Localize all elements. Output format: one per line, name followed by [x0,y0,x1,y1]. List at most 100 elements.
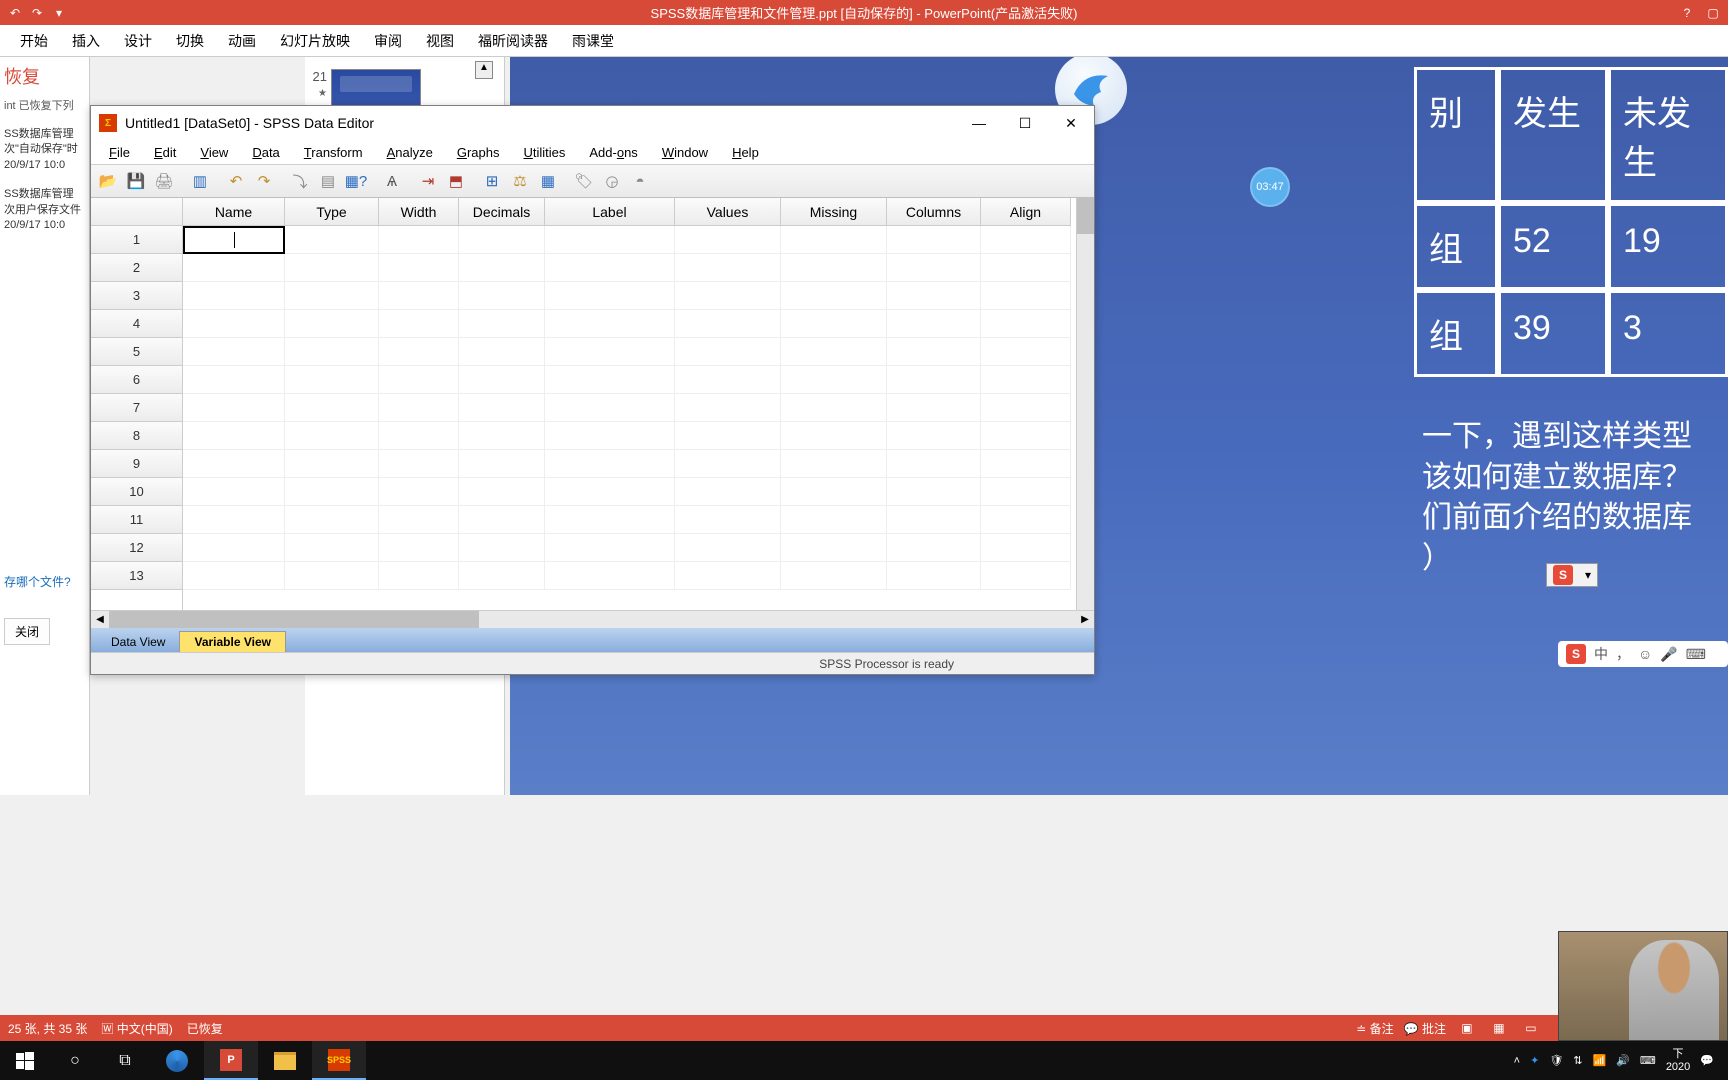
cell[interactable] [675,226,781,254]
cell[interactable] [379,534,459,562]
show-all-icon[interactable]: ◓ [627,168,653,194]
cell[interactable] [887,534,981,562]
vertical-scrollbar[interactable] [1076,198,1094,610]
col-header-values[interactable]: Values [675,198,781,226]
cell[interactable] [459,450,545,478]
weight-icon[interactable]: ⚖ [507,168,533,194]
comments-button[interactable]: 💬 批注 [1404,1020,1446,1037]
row-header[interactable]: 5 [91,338,182,366]
close-button[interactable]: ✕ [1048,106,1094,140]
tray-network-icon[interactable]: ⇅ [1573,1054,1582,1067]
tray-security-icon[interactable]: 🛡 [1549,1054,1563,1067]
cell[interactable] [981,478,1071,506]
insert-case-icon[interactable]: ⇥ [415,168,441,194]
cell[interactable] [781,534,887,562]
taskbar-explorer[interactable] [258,1041,312,1080]
menu-data[interactable]: Data [240,143,291,162]
cell[interactable] [675,534,781,562]
row-header[interactable]: 4 [91,310,182,338]
menu-transform[interactable]: Transform [292,143,375,162]
cell[interactable] [781,254,887,282]
select-cases-icon[interactable]: ▦ [535,168,561,194]
cell[interactable] [887,310,981,338]
scroll-left-icon[interactable]: ◀ [91,611,109,629]
cortana-icon[interactable]: ○ [50,1041,100,1080]
tab-insert[interactable]: 插入 [60,25,112,57]
menu-file[interactable]: File [97,143,142,162]
row-header[interactable]: 11 [91,506,182,534]
cell[interactable] [285,394,379,422]
cell[interactable] [887,254,981,282]
cell[interactable] [675,310,781,338]
row-header[interactable]: 2 [91,254,182,282]
cell[interactable] [887,562,981,590]
cell[interactable] [183,282,285,310]
menu-graphs[interactable]: Graphs [445,143,512,162]
tray-ime-icon[interactable]: ⌨ [1640,1054,1656,1067]
cell[interactable] [781,310,887,338]
tray-bird-icon[interactable]: ✦ [1530,1054,1539,1067]
cell[interactable] [285,310,379,338]
cell[interactable] [285,478,379,506]
col-header-align[interactable]: Align [981,198,1071,226]
col-header-type[interactable]: Type [285,198,379,226]
row-header[interactable]: 3 [91,282,182,310]
menu-help[interactable]: Help [720,143,771,162]
normal-view-icon[interactable]: ▣ [1456,1019,1478,1037]
cell[interactable] [887,506,981,534]
cell[interactable] [183,226,285,254]
menu-utilities[interactable]: Utilities [511,143,577,162]
col-header-name[interactable]: Name [183,198,285,226]
cell[interactable] [285,506,379,534]
menu-edit[interactable]: Edit [142,143,188,162]
cell[interactable] [545,394,675,422]
cell[interactable] [459,506,545,534]
redo-icon[interactable]: ↷ [251,168,277,194]
cell[interactable] [183,450,285,478]
tab-view[interactable]: 视图 [414,25,466,57]
cell[interactable] [545,506,675,534]
cell[interactable] [459,394,545,422]
col-header-width[interactable]: Width [379,198,459,226]
thumbs-scroll-up[interactable]: ▲ [475,61,493,79]
cell[interactable] [675,506,781,534]
cell[interactable] [285,366,379,394]
tab-data-view[interactable]: Data View [97,632,179,652]
taskbar-browser[interactable] [150,1041,204,1080]
row-header[interactable]: 10 [91,478,182,506]
cell[interactable] [379,226,459,254]
tab-transition[interactable]: 切换 [164,25,216,57]
cell[interactable] [285,422,379,450]
cell[interactable] [545,226,675,254]
tray-clock[interactable]: 下 2020 [1666,1048,1690,1072]
tab-design[interactable]: 设计 [112,25,164,57]
cell[interactable] [545,478,675,506]
cell[interactable] [183,422,285,450]
cell[interactable] [981,254,1071,282]
tab-slideshow[interactable]: 幻灯片放映 [268,25,362,57]
recovery-close-button[interactable]: 关闭 [4,618,50,645]
cell[interactable] [183,562,285,590]
cell[interactable] [183,254,285,282]
cell[interactable] [285,338,379,366]
cell[interactable] [781,366,887,394]
cell[interactable] [379,562,459,590]
cell[interactable] [459,282,545,310]
cell[interactable] [183,338,285,366]
undo-icon[interactable]: ↶ [223,168,249,194]
save-icon[interactable]: 💾 [123,168,149,194]
cell[interactable] [545,562,675,590]
cell[interactable] [459,338,545,366]
tab-foxit[interactable]: 福昕阅读器 [466,25,560,57]
ribbon-toggle-icon[interactable]: ▢ [1706,6,1720,20]
cell[interactable] [781,338,887,366]
cell[interactable] [887,226,981,254]
cell[interactable] [459,422,545,450]
row-header[interactable]: 7 [91,394,182,422]
cell[interactable] [379,506,459,534]
cell[interactable] [379,310,459,338]
tab-review[interactable]: 审阅 [362,25,414,57]
value-labels-icon[interactable]: 🏷 [571,168,597,194]
cell[interactable] [675,282,781,310]
menu-window[interactable]: Window [650,143,720,162]
